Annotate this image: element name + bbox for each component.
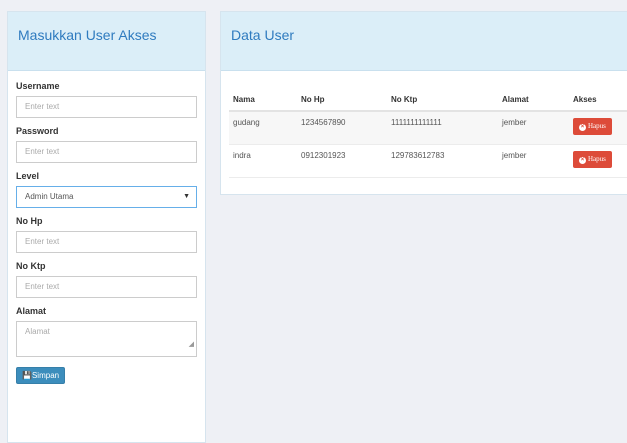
column-header-akses: Akses — [569, 88, 627, 112]
remove-circle-icon: × — [579, 124, 586, 131]
password-input[interactable]: Enter text — [16, 141, 197, 163]
column-header-no-hp: No Hp — [297, 88, 387, 112]
delete-button-label: Hapus — [588, 122, 606, 130]
username-label: Username — [16, 81, 60, 91]
password-label: Password — [16, 126, 59, 136]
username-input[interactable]: Enter text — [16, 96, 197, 118]
cell-no-hp: 1234567890 — [297, 111, 387, 145]
no-ktp-label: No Ktp — [16, 261, 46, 271]
user-form-panel: Masukkan User Akses Username Enter text … — [7, 11, 206, 443]
no-hp-label: No Hp — [16, 216, 43, 226]
level-select[interactable]: Admin Utama ▼ — [16, 186, 197, 208]
remove-circle-icon: × — [579, 157, 586, 164]
alamat-placeholder: Alamat — [25, 327, 50, 336]
save-button-label: Simpan — [31, 371, 60, 380]
data-panel-title: Data User — [221, 12, 627, 71]
cell-alamat: jember — [498, 111, 569, 145]
column-header-no-ktp: No Ktp — [387, 88, 498, 112]
no-ktp-input[interactable]: Enter text — [16, 276, 197, 298]
cell-alamat: jember — [498, 144, 569, 178]
delete-button[interactable]: × Hapus — [573, 118, 612, 135]
cell-nama: gudang — [229, 111, 297, 145]
table-row: indra 0912301923 129783612783 jember × Ha… — [229, 144, 627, 178]
cell-akses: × Hapus — [569, 111, 627, 145]
level-selected-value: Admin Utama — [25, 192, 74, 201]
resize-grip-icon[interactable]: ◢ — [189, 335, 194, 355]
cell-nama: indra — [229, 144, 297, 178]
table-header-row: Nama No Hp No Ktp Alamat Akses — [229, 88, 627, 112]
cell-akses: × Hapus — [569, 144, 627, 178]
form-panel-title: Masukkan User Akses — [8, 12, 205, 71]
column-header-alamat: Alamat — [498, 88, 569, 112]
cell-no-hp: 0912301923 — [297, 144, 387, 178]
cell-no-ktp: 1111111111111 — [387, 111, 498, 145]
column-header-nama: Nama — [229, 88, 297, 112]
cell-no-ktp: 129783612783 — [387, 144, 498, 178]
delete-button-label: Hapus — [588, 155, 606, 163]
alamat-textarea[interactable]: Alamat ◢ — [16, 321, 197, 357]
user-form: Username Enter text Password Enter text … — [8, 71, 205, 384]
delete-button[interactable]: × Hapus — [573, 151, 612, 168]
level-label: Level — [16, 171, 40, 181]
no-hp-input[interactable]: Enter text — [16, 231, 197, 253]
caret-down-icon: ▼ — [183, 193, 190, 200]
user-table: Nama No Hp No Ktp Alamat Akses gudang 12… — [229, 88, 627, 178]
alamat-label: Alamat — [16, 306, 47, 316]
user-data-panel: Data User Nama No Hp No Ktp Alamat Akses… — [220, 11, 627, 195]
save-button[interactable]: 💾Simpan — [16, 367, 66, 384]
table-row: gudang 1234567890 1111111111111 jember ×… — [229, 111, 627, 145]
floppy-icon: 💾 — [22, 371, 32, 380]
